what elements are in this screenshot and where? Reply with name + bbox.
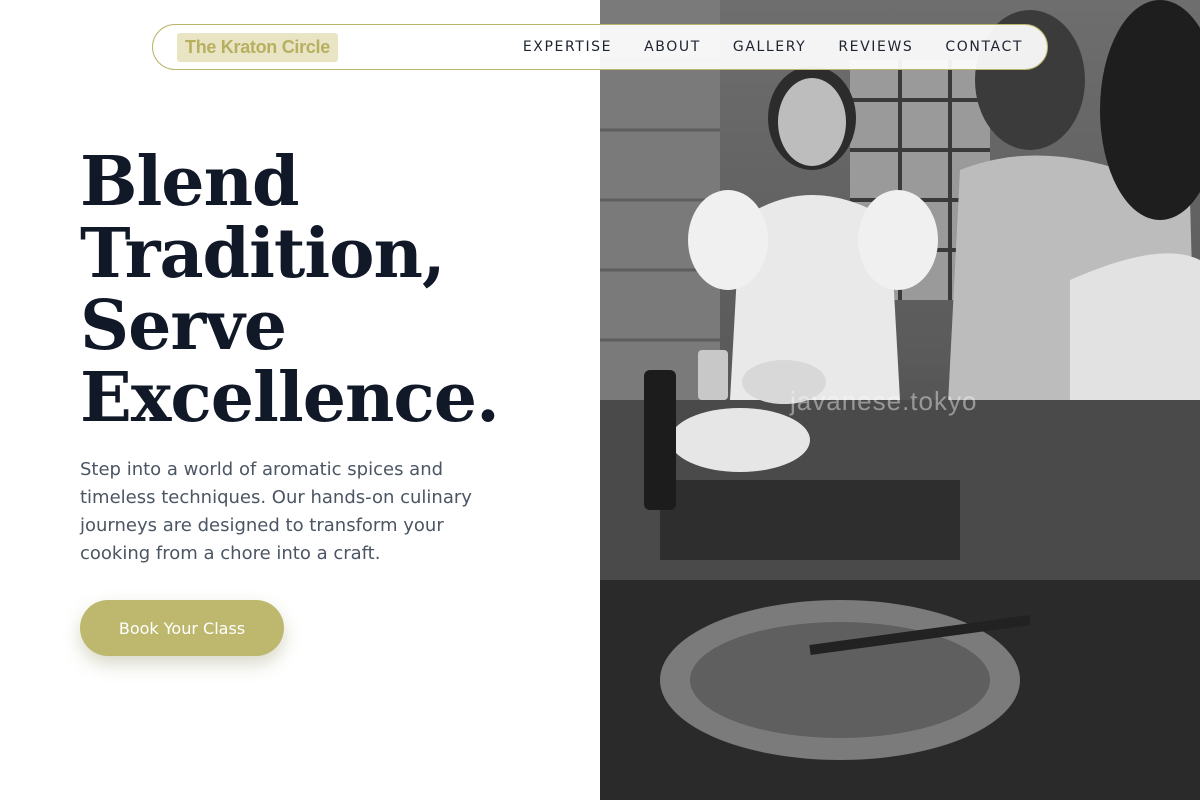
nav-link-expertise[interactable]: EXPERTISE xyxy=(523,39,612,55)
brand-logo[interactable]: The Kraton Circle xyxy=(177,32,338,62)
hero-photo: javanese.tokyo xyxy=(600,0,1200,800)
headline-line-1: Blend xyxy=(80,142,300,222)
nav-link-gallery[interactable]: GALLERY xyxy=(733,39,806,55)
headline-line-4: Excellence. xyxy=(80,358,500,438)
photo-watermark: javanese.tokyo xyxy=(790,386,978,416)
hero-description: Step into a world of aromatic spices and… xyxy=(80,459,472,564)
nav-menu: EXPERTISE ABOUT GALLERY REVIEWS CONTACT xyxy=(523,39,1023,55)
headline-line-3: Serve xyxy=(80,286,287,366)
hero-headline: Blend Tradition, Serve Excellence. xyxy=(80,146,580,434)
book-class-button[interactable]: Book Your Class xyxy=(80,600,284,656)
headline-line-2: Tradition, xyxy=(80,214,446,294)
nav-link-about[interactable]: ABOUT xyxy=(644,39,701,55)
nav-link-reviews[interactable]: REVIEWS xyxy=(838,39,913,55)
nav-link-contact[interactable]: CONTACT xyxy=(945,39,1023,55)
top-navigation: The Kraton Circle EXPERTISE ABOUT GALLER… xyxy=(152,24,1048,70)
